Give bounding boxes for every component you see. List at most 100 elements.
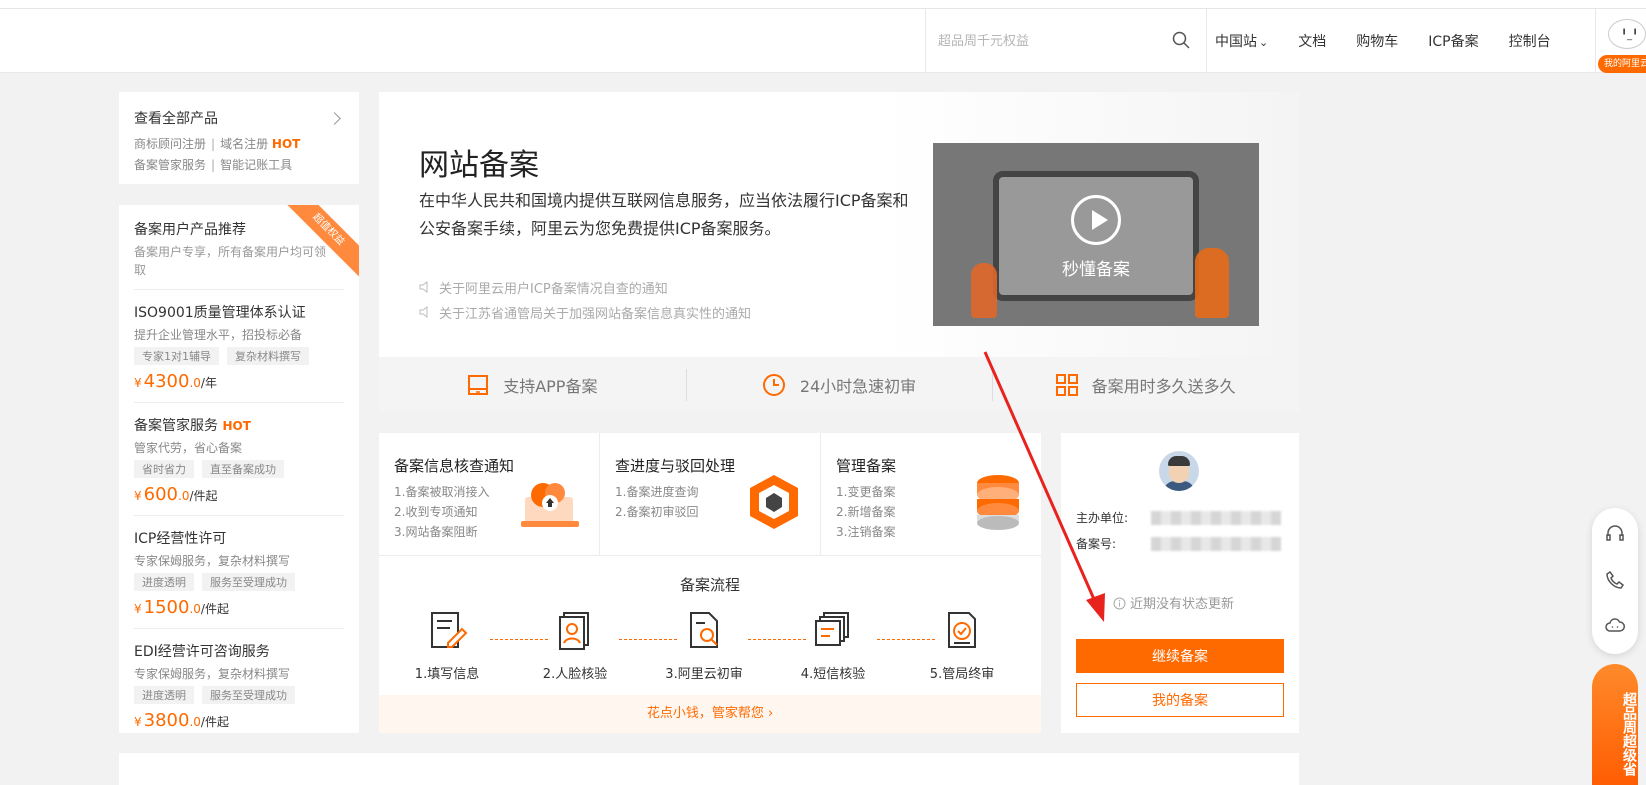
host-value-redacted xyxy=(1151,511,1281,525)
product-desc: 专家保姆服务，复杂材料撰写 xyxy=(134,667,291,681)
search-icon[interactable] xyxy=(1172,31,1190,53)
service-manage[interactable]: 管理备案 1.变更备案 2.新增备案 3.注销备案 xyxy=(821,433,1041,555)
product-desc: 提升企业管理水平，招投标必备 xyxy=(134,328,303,342)
page-title: 网站备案 xyxy=(419,148,539,183)
product-tag: 省时省力 xyxy=(134,460,194,478)
services-card: 备案信息核查通知 1.备案被取消接入 2.收到专项通知 3.网站备案阻断 查进度与驳… xyxy=(379,433,1041,733)
hero-description: 在中华人民共和国境内提供互联网信息服务，应当依法履行ICP备案和公安备案手续，阿… xyxy=(419,191,909,238)
hot-badge: HOT xyxy=(271,137,301,151)
search-box xyxy=(925,9,1207,73)
product-item[interactable]: ISO9001质量管理体系认证 提升企业管理水平，招投标必备 专家1对1辅导 复杂… xyxy=(134,289,344,392)
nav-divider xyxy=(1595,9,1596,73)
continue-record-button[interactable]: 继续备案 xyxy=(1076,639,1284,673)
video-label: 秒懂备案 xyxy=(1062,260,1130,280)
speaker-icon xyxy=(419,306,431,322)
product-name[interactable]: ISO9001质量管理体系认证 xyxy=(134,305,306,321)
promo-side-tab[interactable]: 超品周超级省 xyxy=(1592,664,1638,785)
top-header: 中国站 文档 购物车 ICP备案 控制台 ╹_╹ 我的阿里云 xyxy=(0,9,1646,73)
bottom-section xyxy=(119,753,1299,785)
phone-icon[interactable] xyxy=(1605,570,1625,590)
product-name[interactable]: 备案管家服务 xyxy=(134,418,218,434)
record-status-card: 主办单位: 备案号: 近期没有状态更新 继续备案 我的备案 xyxy=(1061,433,1299,733)
feature-time: 备案用时多久送多久 xyxy=(992,357,1299,412)
product-price: ¥1500.0/件起 xyxy=(134,597,229,618)
face-verify-icon xyxy=(525,609,625,655)
cloud-chat-icon[interactable] xyxy=(1605,616,1625,636)
my-aliyun-badge[interactable]: 我的阿里云 xyxy=(1598,55,1646,73)
service-progress[interactable]: 查进度与驳回处理 1.备案进度查询 2.备案初审驳回 xyxy=(600,433,821,555)
product-tag: 服务至受理成功 xyxy=(202,573,295,591)
product-name[interactable]: EDI经营许可咨询服务 xyxy=(134,644,270,660)
top-strip xyxy=(0,0,1646,9)
hero-banner: 网站备案 在中华人民共和国境内提供互联网信息服务，应当依法履行ICP备案和公安备… xyxy=(379,92,1299,412)
product-item[interactable]: ICP经营性许可 专家保姆服务，复杂材料撰写 进度透明 服务至受理成功 ¥1500… xyxy=(134,515,344,618)
product-tag: 进度透明 xyxy=(134,686,194,704)
record-number-label: 备案号: xyxy=(1076,537,1117,551)
headset-icon[interactable] xyxy=(1605,524,1625,544)
product-tag: 直至备案成功 xyxy=(202,460,284,478)
search-input[interactable] xyxy=(938,29,1158,53)
nav-icp[interactable]: ICP备案 xyxy=(1428,31,1478,51)
message-stack-icon xyxy=(783,609,883,655)
flow-step: 2.人脸核验 xyxy=(525,609,625,682)
top-nav: 中国站 文档 购物车 ICP备案 控制台 xyxy=(1215,9,1581,73)
service-verify-notice[interactable]: 备案信息核查通知 1.备案被取消接入 2.收到专项通知 3.网站备案阻断 xyxy=(379,433,600,555)
nav-docs[interactable]: 文档 xyxy=(1298,31,1326,51)
clock-icon xyxy=(762,373,786,397)
floating-toolbar xyxy=(1592,508,1638,654)
link-butler[interactable]: 备案管家服务 xyxy=(134,158,206,172)
product-name[interactable]: ICP经营性许可 xyxy=(134,531,226,547)
product-tag: 复杂材料撰写 xyxy=(227,347,309,365)
product-desc: 管家代劳，省心备案 xyxy=(134,441,243,455)
product-price: ¥4300.0/年 xyxy=(134,371,217,392)
flow-step: 1.填写信息 xyxy=(397,609,497,682)
database-icon xyxy=(975,473,1021,535)
recommend-desc: 备案用户专享，所有备案用户均可领取 xyxy=(134,245,327,277)
product-price: ¥3800.0/件起 xyxy=(134,710,229,731)
cloud-laptop-icon xyxy=(521,473,579,535)
quick-links: 商标顾问注册 | 域名注册 HOT 备案管家服务 | 智能记账工具 xyxy=(134,137,301,172)
feature-24h: 24小时急速初审 xyxy=(685,357,993,412)
tablet-icon xyxy=(467,374,489,396)
notice-link[interactable]: 关于阿里云用户ICP备案情况自查的通知 xyxy=(419,278,668,297)
nav-cart[interactable]: 购物车 xyxy=(1356,31,1398,51)
link-accounting[interactable]: 智能记账工具 xyxy=(220,158,292,172)
notice-link[interactable]: 关于江苏省通管局关于加强网站备案信息真实性的通知 xyxy=(419,303,751,322)
product-tag: 进度透明 xyxy=(134,573,194,591)
host-label: 主办单位: xyxy=(1076,511,1129,525)
my-records-button[interactable]: 我的备案 xyxy=(1076,683,1284,717)
product-item[interactable]: EDI经营许可咨询服务 专家保姆服务，复杂材料撰写 进度透明 服务至受理成功 ¥3… xyxy=(134,628,344,731)
link-domain[interactable]: 域名注册 xyxy=(220,137,268,151)
user-avatar[interactable]: ╹_╹ xyxy=(1608,19,1646,49)
flow-step: 3.阿里云初审 xyxy=(654,609,754,682)
approved-document-icon xyxy=(912,609,1012,655)
no-update-status: 近期没有状态更新 xyxy=(1113,593,1234,612)
hot-badge: HOT xyxy=(222,419,251,433)
feature-app: 支持APP备案 xyxy=(379,357,686,412)
info-icon xyxy=(1113,597,1130,612)
avatar xyxy=(1159,451,1199,491)
product-desc: 专家保姆服务，复杂材料撰写 xyxy=(134,554,291,568)
grid-icon xyxy=(1055,373,1078,396)
hexagon-box-icon xyxy=(748,473,800,535)
nav-region[interactable]: 中国站 xyxy=(1215,31,1268,51)
intro-video[interactable]: 秒懂备案 xyxy=(933,143,1259,326)
product-tag: 专家1对1辅导 xyxy=(134,347,219,365)
link-trademark[interactable]: 商标顾问注册 xyxy=(134,137,206,151)
play-icon[interactable] xyxy=(1071,195,1121,245)
feature-bar: 支持APP备案 24小时急速初审 备案用时多久送多久 xyxy=(379,357,1299,412)
product-price: ¥600.0/件起 xyxy=(134,484,218,505)
all-products-title[interactable]: 查看全部产品 xyxy=(134,108,344,128)
all-products-card[interactable]: 查看全部产品 商标顾问注册 | 域名注册 HOT 备案管家服务 | 智能记账工具 xyxy=(119,92,359,184)
document-search-icon xyxy=(654,609,754,655)
product-item[interactable]: 备案管家服务 HOT 管家代劳，省心备案 省时省力 直至备案成功 ¥600.0/件… xyxy=(134,402,344,505)
flow-steps: 1.填写信息 2.人脸核验 3.阿里云初审 4.短信核验 5.管局终审 xyxy=(379,595,1041,695)
recommend-card: 超值权益 备案用户产品推荐 备案用户专享，所有备案用户均可领取 ISO9001质… xyxy=(119,205,359,733)
flow-step: 4.短信核验 xyxy=(783,609,883,682)
nav-console[interactable]: 控制台 xyxy=(1509,31,1551,51)
product-tag: 服务至受理成功 xyxy=(202,686,295,704)
record-number-redacted xyxy=(1151,537,1281,551)
butler-promo-link[interactable]: 花点小钱，管家帮您 › xyxy=(379,695,1041,733)
form-edit-icon xyxy=(397,609,497,655)
flow-title: 备案流程 xyxy=(679,576,740,594)
